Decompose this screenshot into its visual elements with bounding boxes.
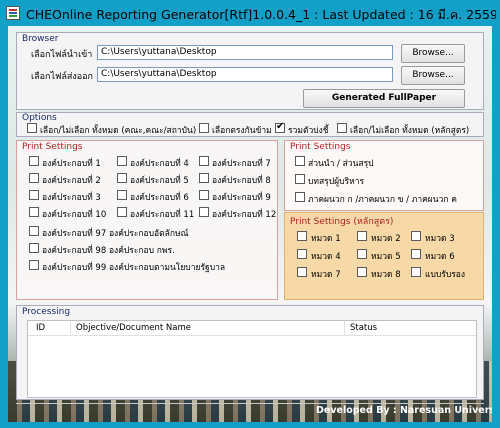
component-4-checkbox[interactable]	[117, 156, 127, 166]
browser-group: Browser เลือกไฟล์นำเข้า C:\Users\yuttana…	[16, 32, 484, 110]
component-97-checkbox[interactable]	[29, 226, 39, 236]
app-window: CHEOnline Reporting Generator[Rtf]1.0.0.…	[0, 0, 500, 428]
column-divider[interactable]	[70, 321, 71, 336]
intro-summary-checkbox[interactable]	[295, 156, 305, 166]
processing-group: Processing ID Objective/Document Name St…	[16, 305, 484, 400]
window-title: CHEOnline Reporting Generator[Rtf]1.0.0.…	[26, 7, 496, 22]
component-8-checkbox[interactable]	[199, 173, 209, 183]
component-3-label: องค์ประกอบที่ 3	[42, 193, 101, 203]
intro-summary-label: ส่วนนำ / ส่วนสรุป	[308, 159, 374, 169]
component-2-label: องค์ประกอบที่ 2	[42, 176, 101, 186]
column-divider[interactable]	[344, 321, 345, 336]
component-99-label: องค์ประกอบที่ 99 องค์ประกอบตามนโยบายรัฐบ…	[42, 263, 226, 273]
component-1-checkbox[interactable]	[29, 156, 39, 166]
category-5-label: หมวด 5	[371, 252, 401, 262]
option-combine-indicators-checkbox[interactable]	[275, 121, 285, 133]
generate-fullpaper-button[interactable]: Generated FullPaper	[303, 89, 465, 108]
client-area: Browser เลือกไฟล์นำเข้า C:\Users\yuttana…	[8, 26, 492, 422]
column-header-document[interactable]: Objective/Document Name	[76, 323, 191, 333]
category-2-label: หมวด 2	[371, 234, 401, 244]
print-settings-curriculum-group: Print Settings (หลักสูตร) หมวด 1 หมวด 2 …	[284, 212, 484, 300]
option-invert-selection-label: เลือกตรงกันข้าม	[212, 126, 272, 136]
footer-divider	[16, 403, 484, 404]
output-browse-button[interactable]: Browse...	[401, 66, 465, 85]
component-12-label: องค์ประกอบที่ 12	[212, 210, 277, 220]
component-4-label: องค์ประกอบที่ 4	[130, 159, 189, 169]
category-3-checkbox[interactable]	[411, 231, 421, 241]
category-1-label: หมวด 1	[311, 234, 341, 244]
option-combine-indicators-label: รวมตัวบ่งชี้	[288, 126, 329, 136]
output-path-field[interactable]: C:\Users\yuttana\Desktop	[97, 67, 393, 82]
option-invert-selection-checkbox[interactable]	[199, 123, 209, 133]
print-settings-curriculum-label: Print Settings (หลักสูตร)	[290, 217, 394, 227]
component-7-checkbox[interactable]	[199, 156, 209, 166]
options-group-label: Options	[22, 113, 57, 123]
category-8-label: หมวด 8	[371, 270, 401, 280]
certification-form-checkbox[interactable]	[411, 267, 421, 277]
processing-group-label: Processing	[22, 307, 71, 317]
print-settings-sections-group: Print Settings ส่วนนำ / ส่วนสรุป บทสรุปผ…	[284, 140, 484, 211]
component-8-label: องค์ประกอบที่ 8	[212, 176, 271, 186]
column-header-id[interactable]: ID	[36, 323, 45, 333]
component-10-checkbox[interactable]	[29, 207, 39, 217]
component-3-checkbox[interactable]	[29, 190, 39, 200]
appendix-checkbox[interactable]	[295, 192, 305, 202]
appendix-label: ภาคผนวก ก /ภาคผนวก ข / ภาคผนวก ค	[308, 195, 457, 205]
processing-list[interactable]: ID Objective/Document Name Status	[27, 320, 477, 398]
component-2-checkbox[interactable]	[29, 173, 39, 183]
developer-credit: Developed By : Naresuan University	[316, 405, 492, 416]
component-98-label: องค์ประกอบที่ 98 องค์ประกอบ กพร.	[42, 246, 175, 256]
category-7-checkbox[interactable]	[297, 267, 307, 277]
category-7-label: หมวด 7	[311, 270, 341, 280]
component-9-label: องค์ประกอบที่ 9	[212, 193, 271, 203]
print-settings-left-label: Print Settings	[22, 142, 83, 152]
category-8-checkbox[interactable]	[357, 267, 367, 277]
component-6-checkbox[interactable]	[117, 190, 127, 200]
component-10-label: องค์ประกอบที่ 10	[42, 210, 107, 220]
browser-group-label: Browser	[22, 34, 59, 44]
option-select-all-curriculum-checkbox[interactable]	[337, 123, 347, 133]
input-browse-button[interactable]: Browse...	[401, 44, 465, 63]
component-99-checkbox[interactable]	[29, 260, 39, 270]
component-11-checkbox[interactable]	[117, 207, 127, 217]
print-settings-components-group: Print Settings องค์ประกอบที่ 1 องค์ประกอ…	[16, 140, 278, 300]
component-5-label: องค์ประกอบที่ 5	[130, 176, 189, 186]
app-icon	[6, 6, 20, 20]
input-path-field[interactable]: C:\Users\yuttana\Desktop	[97, 45, 393, 60]
component-7-label: องค์ประกอบที่ 7	[212, 159, 271, 169]
category-6-checkbox[interactable]	[411, 249, 421, 259]
input-file-label: เลือกไฟล์นำเข้า	[31, 50, 93, 60]
component-5-checkbox[interactable]	[117, 173, 127, 183]
component-1-label: องค์ประกอบที่ 1	[42, 159, 101, 169]
category-1-checkbox[interactable]	[297, 231, 307, 241]
option-select-all-curriculum-label: เลือก/ไม่เลือก ทั้งหมด (หลักสูตร)	[350, 126, 470, 136]
component-6-label: องค์ประกอบที่ 6	[130, 193, 189, 203]
category-5-checkbox[interactable]	[357, 249, 367, 259]
component-98-checkbox[interactable]	[29, 243, 39, 253]
category-6-label: หมวด 6	[425, 252, 455, 262]
executive-summary-checkbox[interactable]	[295, 174, 305, 184]
print-settings-right-label: Print Settings	[290, 142, 351, 152]
options-group: Options เลือก/ไม่เลือก ทั้งหมด (คณะ,คณะ/…	[16, 112, 484, 137]
component-9-checkbox[interactable]	[199, 190, 209, 200]
category-4-checkbox[interactable]	[297, 249, 307, 259]
certification-form-label: แบบรับรอง	[425, 270, 466, 280]
option-select-all-faculty-checkbox[interactable]	[27, 123, 37, 133]
executive-summary-label: บทสรุปผู้บริหาร	[308, 177, 365, 187]
category-4-label: หมวด 4	[311, 252, 341, 262]
category-3-label: หมวด 3	[425, 234, 455, 244]
option-select-all-faculty-label: เลือก/ไม่เลือก ทั้งหมด (คณะ,คณะ/สถาบัน)	[40, 126, 197, 136]
column-header-status[interactable]: Status	[350, 323, 377, 333]
category-2-checkbox[interactable]	[357, 231, 367, 241]
processing-list-header: ID Objective/Document Name Status	[28, 321, 476, 336]
title-bar[interactable]: CHEOnline Reporting Generator[Rtf]1.0.0.…	[0, 0, 500, 26]
output-file-label: เลือกไฟล์ส่งออก	[31, 72, 94, 82]
component-97-label: องค์ประกอบที่ 97 องค์ประกอบอัตลักษณ์	[42, 229, 189, 239]
component-12-checkbox[interactable]	[199, 207, 209, 217]
component-11-label: องค์ประกอบที่ 11	[130, 210, 195, 220]
